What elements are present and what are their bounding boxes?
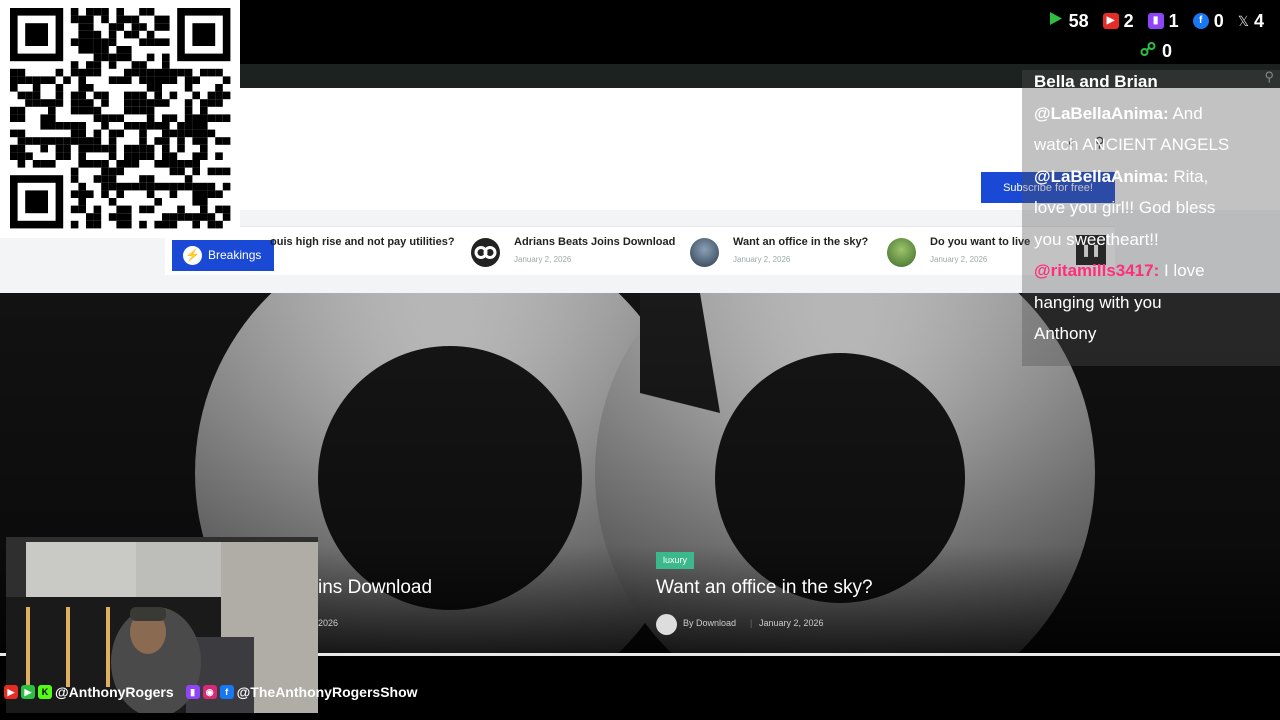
chat-username: @LaBellaAnima:	[1034, 167, 1169, 186]
facebook-icon: f	[219, 685, 234, 699]
chat-message: @LaBellaAnima: And	[1034, 104, 1203, 124]
twitch-icon: ▮	[1147, 13, 1164, 29]
handle-primary: @AnthonyRogers	[55, 684, 174, 700]
chat-message-cont: Anthony	[1034, 324, 1097, 343]
chat-message: @ritamills3417: I love	[1034, 261, 1205, 281]
lightning-icon: ⚡	[183, 246, 202, 266]
ticker-thumbnail	[887, 238, 916, 267]
ticker-title: Do you want to live	[930, 236, 1031, 248]
youtube-icon: ▶	[1102, 13, 1119, 29]
ticker-date: January 2, 2026	[930, 255, 988, 264]
hero-left-title[interactable]: ins Download	[318, 577, 432, 599]
rumble-icon: ▶	[21, 685, 35, 699]
chat-message-cont: love you girl!! God bless	[1034, 198, 1216, 217]
hero-right-author[interactable]: By Download	[683, 618, 736, 628]
hero-right-title[interactable]: Want an office in the sky?	[656, 577, 873, 599]
category-badge[interactable]: luxury	[656, 552, 695, 569]
link-count: 0	[1162, 41, 1173, 61]
chat-text: And	[1168, 104, 1203, 123]
instagram-icon: ◉	[202, 685, 217, 699]
x-icon: 𝕏	[1237, 12, 1249, 29]
chat-message-cont: you sweetheart!!	[1034, 230, 1159, 249]
rumble-counter: 58	[1047, 10, 1089, 32]
youtube-icon: ▶	[4, 685, 18, 699]
chat-header: Bella and Brian	[1034, 72, 1158, 91]
rumble-count: 58	[1068, 10, 1089, 31]
facebook-count: 0	[1213, 10, 1224, 31]
rumble-icon	[1047, 10, 1064, 32]
youtube-counter: ▶ 2	[1102, 10, 1134, 32]
ticker-date: January 2, 2026	[514, 255, 572, 264]
youtube-count: 2	[1123, 10, 1134, 31]
chat-text: Rita,	[1168, 167, 1209, 186]
social-handles: ▶ ▶ K @AnthonyRogers ▮ ◉ f @TheAnthonyRo…	[4, 684, 418, 700]
twitch-count: 1	[1168, 10, 1179, 31]
breakings-label[interactable]: ⚡ Breakings	[172, 240, 274, 271]
breakings-text: Breakings	[208, 248, 262, 262]
ticker-thumbnail	[690, 238, 719, 267]
kick-icon: K	[38, 685, 52, 699]
facebook-counter: f 0	[1192, 10, 1224, 32]
chat-message-cont: hanging with you	[1034, 293, 1162, 312]
handle-secondary: @TheAnthonyRogersShow	[236, 684, 418, 700]
facebook-icon: f	[1192, 13, 1209, 29]
ticker-item-partial[interactable]: ouis high rise and not pay utilities?	[270, 236, 455, 248]
link-counter: 0	[1140, 41, 1172, 62]
ticker-title: Adrians Beats Joins Download	[514, 236, 676, 248]
ticker-thumbnail	[471, 238, 500, 267]
ticker-track	[165, 226, 1115, 275]
viewer-counters: 58 ▶ 2 ▮ 1 f 0 𝕏 4	[1047, 10, 1264, 32]
hero-right-date: January 2, 2026	[759, 618, 824, 628]
ticker-title: Want an office in the sky?	[733, 236, 869, 248]
chat-username: @ritamills3417:	[1034, 261, 1160, 280]
ticker-date: January 2, 2026	[733, 255, 791, 264]
meta-divider: |	[750, 618, 753, 628]
author-avatar	[656, 614, 677, 635]
qr-code	[0, 0, 240, 238]
chat-message: @LaBellaAnima: Rita,	[1034, 167, 1208, 187]
chat-message-cont: watch ANCIENT ANGELS	[1034, 135, 1230, 154]
link-icon	[1140, 41, 1156, 62]
x-counter: 𝕏 4	[1238, 11, 1264, 32]
hero-left-date: 2026	[318, 618, 339, 628]
chat-text: I love	[1159, 261, 1205, 280]
x-count: 4	[1253, 10, 1264, 31]
twitch-icon: ▮	[185, 685, 200, 699]
chat-username: @LaBellaAnima:	[1034, 104, 1169, 123]
twitch-counter: ▮ 1	[1147, 10, 1179, 32]
